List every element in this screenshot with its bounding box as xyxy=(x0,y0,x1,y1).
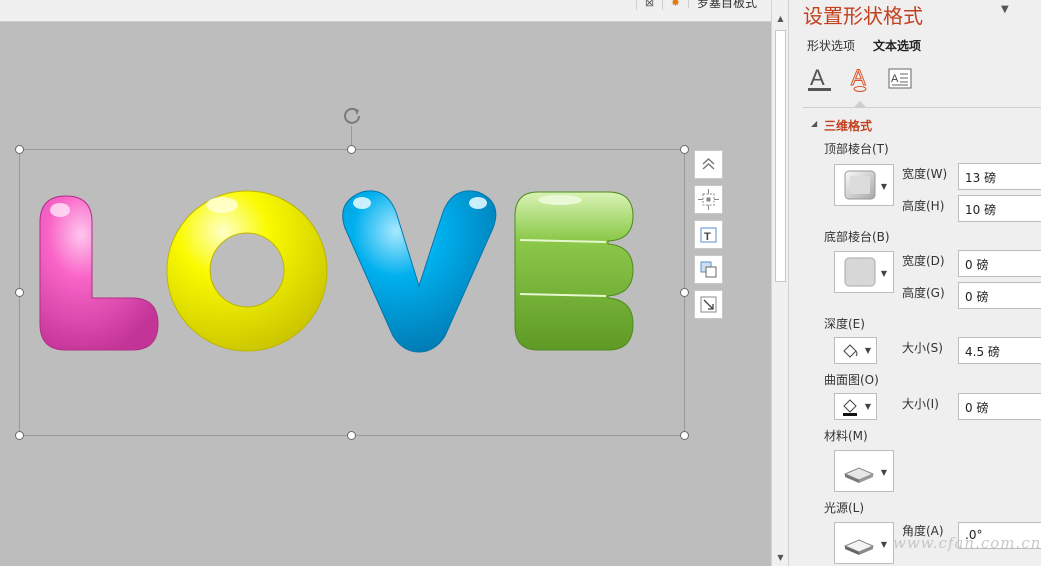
resize-handle-w[interactable] xyxy=(15,288,24,297)
bottom-bevel-gallery[interactable]: ▼ xyxy=(834,251,894,293)
text-box-icon: T xyxy=(700,227,717,243)
lighting-label: 光源(L) xyxy=(824,501,865,515)
selection-box[interactable] xyxy=(19,149,685,436)
resize-handle-nw[interactable] xyxy=(15,145,24,154)
layout-options-button[interactable] xyxy=(694,150,723,179)
scroll-down-arrow-icon[interactable]: ▼ xyxy=(775,553,786,563)
size-button[interactable] xyxy=(694,290,723,319)
position-button[interactable] xyxy=(694,185,723,214)
text-wrap-button[interactable]: T xyxy=(694,220,723,249)
bottom-width-field[interactable]: 0 磅 xyxy=(958,250,1041,277)
depth-size-field[interactable]: 4.5 磅 xyxy=(958,337,1041,364)
top-height-label: 高度(H) xyxy=(902,199,945,213)
bevel-none-preview-icon xyxy=(844,257,876,287)
bottom-height-field[interactable]: 0 磅 xyxy=(958,282,1041,309)
resize-handle-ne[interactable] xyxy=(680,145,689,154)
pane-title: 设置形状格式 xyxy=(803,4,923,28)
material-label: 材料(M) xyxy=(824,429,868,443)
position-icon xyxy=(698,189,719,210)
text-box-options-icon[interactable]: A xyxy=(885,64,915,94)
bottom-width-label: 宽度(D) xyxy=(902,254,945,268)
contour-color-button[interactable]: ▼ xyxy=(834,393,877,420)
text-effects-icon[interactable]: A xyxy=(845,64,875,94)
top-bevel-gallery[interactable]: ▼ xyxy=(834,164,894,206)
rotate-handle-icon[interactable] xyxy=(340,104,364,128)
bevel-preview-icon xyxy=(844,170,876,200)
section-collapse-icon[interactable]: ◢ xyxy=(811,119,817,128)
slide-canvas[interactable]: ⊠ ✸ 罗塞目板式 T xyxy=(0,0,771,566)
vertical-scrollbar[interactable]: ▲ ▼ xyxy=(771,0,788,566)
resize-handle-se[interactable] xyxy=(680,431,689,440)
scrollbar-thumb[interactable] xyxy=(775,30,786,282)
depth-color-button[interactable]: ▼ xyxy=(834,337,877,364)
top-width-label: 宽度(W) xyxy=(902,167,948,181)
bottom-bevel-label: 底部棱台(B) xyxy=(824,230,890,244)
chevron-down-icon: ▼ xyxy=(880,540,887,549)
section-3d-format-title[interactable]: 三维格式 xyxy=(824,117,872,134)
svg-text:A: A xyxy=(891,73,899,85)
top-bevel-label: 顶部棱台(T) xyxy=(824,142,889,156)
bottom-height-label: 高度(G) xyxy=(902,286,945,300)
watermark-text: www.cfan.com.cn xyxy=(893,534,1041,552)
tab-text-options[interactable]: 文本选项 xyxy=(873,37,921,54)
arrange-icon xyxy=(700,261,717,278)
resize-icon xyxy=(700,296,717,313)
chevron-down-icon: ▼ xyxy=(880,468,887,477)
material-preview-icon xyxy=(843,467,875,483)
chevron-down-icon: ▼ xyxy=(880,269,887,278)
depth-label: 深度(E) xyxy=(824,317,865,331)
lighting-preview-icon xyxy=(843,539,875,555)
arrange-button[interactable] xyxy=(694,255,723,284)
contour-size-field[interactable]: 0 磅 xyxy=(958,393,1041,420)
resize-handle-e[interactable] xyxy=(680,288,689,297)
lighting-gallery[interactable]: ▼ xyxy=(834,522,894,564)
paint-bucket-icon xyxy=(843,399,857,416)
scroll-up-arrow-icon[interactable]: ▲ xyxy=(775,14,786,24)
icon-row-separator xyxy=(803,107,1041,108)
top-height-field[interactable]: 10 磅 xyxy=(958,195,1041,222)
top-width-field[interactable]: 13 磅 xyxy=(958,163,1041,190)
resize-handle-s[interactable] xyxy=(347,431,356,440)
svg-text:A: A xyxy=(810,65,825,90)
selected-icon-notch xyxy=(853,101,867,108)
chevron-down-icon: ▼ xyxy=(864,402,871,411)
format-shape-pane: 设置形状格式 ▼ 形状选项 文本选项 A A A ◢ 三维格式 顶部棱台(T) … xyxy=(788,0,1041,566)
depth-size-label: 大小(S) xyxy=(902,341,943,355)
contour-label: 曲面图(O) xyxy=(824,373,879,387)
text-fill-outline-icon[interactable]: A xyxy=(805,64,835,94)
chevron-down-icon: ▼ xyxy=(880,182,887,191)
tab-shape-options[interactable]: 形状选项 xyxy=(807,37,855,54)
material-gallery[interactable]: ▼ xyxy=(834,450,894,492)
chevron-up-icon xyxy=(702,158,715,170)
pane-options-dropdown-icon[interactable]: ▼ xyxy=(1001,4,1009,15)
paint-bucket-icon xyxy=(843,344,858,358)
resize-handle-sw[interactable] xyxy=(15,431,24,440)
resize-handle-n[interactable] xyxy=(347,145,356,154)
svg-text:T: T xyxy=(704,231,711,243)
chevron-down-icon: ▼ xyxy=(864,346,871,355)
contour-size-label: 大小(I) xyxy=(902,397,939,411)
